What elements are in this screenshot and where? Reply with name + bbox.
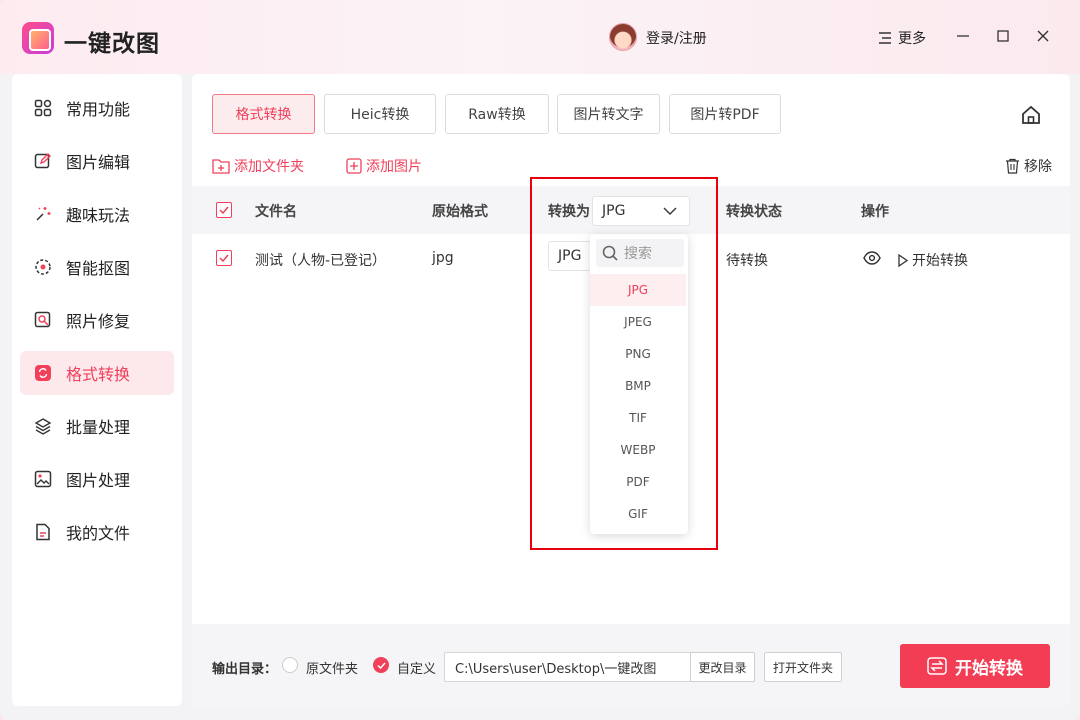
sidebar-item-image-edit[interactable]: 图片编辑	[20, 139, 174, 183]
sidebar-item-label: 图片编辑	[66, 153, 131, 172]
output-dir-label: 输出目录：	[212, 662, 278, 677]
sidebar-item-my-files[interactable]: 我的文件	[20, 510, 174, 554]
add-folder-button[interactable]: 添加文件夹	[212, 156, 304, 176]
add-folder-label: 添加文件夹	[234, 159, 304, 175]
menu-icon	[879, 32, 891, 44]
image-icon	[34, 470, 52, 488]
tab-image-to-pdf[interactable]: 图片转PDF	[669, 94, 781, 134]
tab-raw-convert[interactable]: Raw转换	[445, 94, 549, 134]
convert-arrows-icon	[927, 657, 947, 675]
change-dir-button[interactable]: 更改目录	[690, 652, 755, 682]
remove-label: 移除	[1024, 159, 1052, 175]
app-logo	[22, 22, 54, 54]
sidebar-item-label: 智能抠图	[66, 259, 131, 278]
row-filename: 测试（人物-已登记）	[255, 253, 387, 269]
sidebar-item-label: 图片处理	[66, 471, 131, 490]
sidebar: 常用功能 图片编辑 趣味玩法 智能抠图 照片修复 格式转换 批量处理 图片处理 …	[12, 74, 182, 706]
close-button[interactable]	[1033, 26, 1053, 46]
title-bar: 一键改图 登录/注册 更多	[0, 0, 1080, 74]
sparkle-icon	[34, 205, 52, 223]
sidebar-item-label: 常用功能	[66, 100, 131, 119]
header-orig-format: 原始格式	[432, 204, 488, 220]
sidebar-item-common[interactable]: 常用功能	[20, 86, 174, 130]
sidebar-item-cutout[interactable]: 智能抠图	[20, 245, 174, 289]
remove-button[interactable]: 移除	[1005, 156, 1052, 176]
convert-icon	[34, 364, 52, 382]
add-image-button[interactable]: 添加图片	[346, 156, 422, 176]
add-folder-icon	[212, 159, 230, 174]
sidebar-item-repair[interactable]: 照片修复	[20, 298, 174, 342]
maximize-button[interactable]	[993, 26, 1013, 46]
layers-icon	[34, 417, 52, 435]
output-bar: 输出目录： 原文件夹 自定义 C:\Users\user\Desktop\一键改…	[192, 624, 1070, 706]
grid-icon	[34, 99, 52, 117]
select-all-checkbox[interactable]	[216, 202, 232, 218]
home-icon[interactable]	[1020, 104, 1042, 126]
row-checkbox[interactable]	[216, 250, 232, 266]
file-icon	[34, 523, 52, 541]
repair-icon	[34, 311, 52, 329]
header-status: 转换状态	[726, 204, 782, 220]
add-image-icon	[346, 158, 362, 174]
sidebar-item-fun[interactable]: 趣味玩法	[20, 192, 174, 236]
radio-custom-label: 自定义	[397, 662, 437, 677]
output-path-input[interactable]: C:\Users\user\Desktop\一键改图	[444, 652, 692, 682]
open-folder-button[interactable]: 打开文件夹	[764, 652, 842, 682]
cutout-icon	[34, 258, 52, 276]
tab-image-to-text[interactable]: 图片转文字	[557, 94, 660, 134]
tab-format-convert[interactable]: 格式转换	[212, 94, 315, 134]
preview-eye-icon[interactable]	[863, 251, 881, 265]
radio-original-label: 原文件夹	[306, 662, 359, 677]
check-icon	[376, 661, 386, 669]
header-filename: 文件名	[255, 204, 297, 220]
sidebar-item-label: 批量处理	[66, 418, 131, 437]
more-label: 更多	[898, 31, 926, 47]
sidebar-item-label: 格式转换	[66, 365, 131, 384]
row-status: 待转换	[726, 253, 768, 269]
sidebar-item-label: 照片修复	[66, 312, 131, 331]
avatar[interactable]	[609, 23, 637, 51]
check-icon	[219, 254, 229, 262]
check-icon	[219, 206, 229, 214]
app-title: 一键改图	[64, 31, 160, 57]
sidebar-item-label: 趣味玩法	[66, 206, 131, 225]
app-window: 一键改图 登录/注册 更多 常用功能 图片编辑 趣味玩法 智能抠图 照片修复 格…	[0, 0, 1080, 720]
play-icon	[898, 253, 908, 267]
more-menu-button[interactable]: 更多	[878, 28, 926, 48]
sidebar-item-image-process[interactable]: 图片处理	[20, 457, 174, 501]
header-ops: 操作	[861, 204, 889, 220]
edit-icon	[34, 152, 52, 170]
sidebar-item-batch[interactable]: 批量处理	[20, 404, 174, 448]
highlight-box	[530, 177, 718, 550]
minimize-button[interactable]	[953, 26, 973, 46]
sidebar-item-label: 我的文件	[66, 524, 131, 543]
maximize-icon	[997, 30, 1009, 42]
close-icon	[1037, 30, 1049, 42]
add-image-label: 添加图片	[366, 159, 422, 175]
radio-custom[interactable]	[373, 657, 389, 673]
login-link[interactable]: 登录/注册	[646, 28, 707, 48]
radio-original-folder[interactable]	[282, 657, 298, 673]
trash-icon	[1006, 158, 1019, 174]
tab-heic-convert[interactable]: Heic转换	[324, 94, 436, 134]
sidebar-item-format-convert[interactable]: 格式转换	[20, 351, 174, 395]
start-convert-button[interactable]: 开始转换	[900, 644, 1050, 688]
row-start-convert-button[interactable]: 开始转换	[898, 250, 968, 270]
row-start-label: 开始转换	[912, 253, 968, 269]
minimize-icon	[957, 35, 969, 37]
start-convert-label: 开始转换	[955, 658, 1023, 679]
row-orig-format: jpg	[432, 250, 454, 266]
